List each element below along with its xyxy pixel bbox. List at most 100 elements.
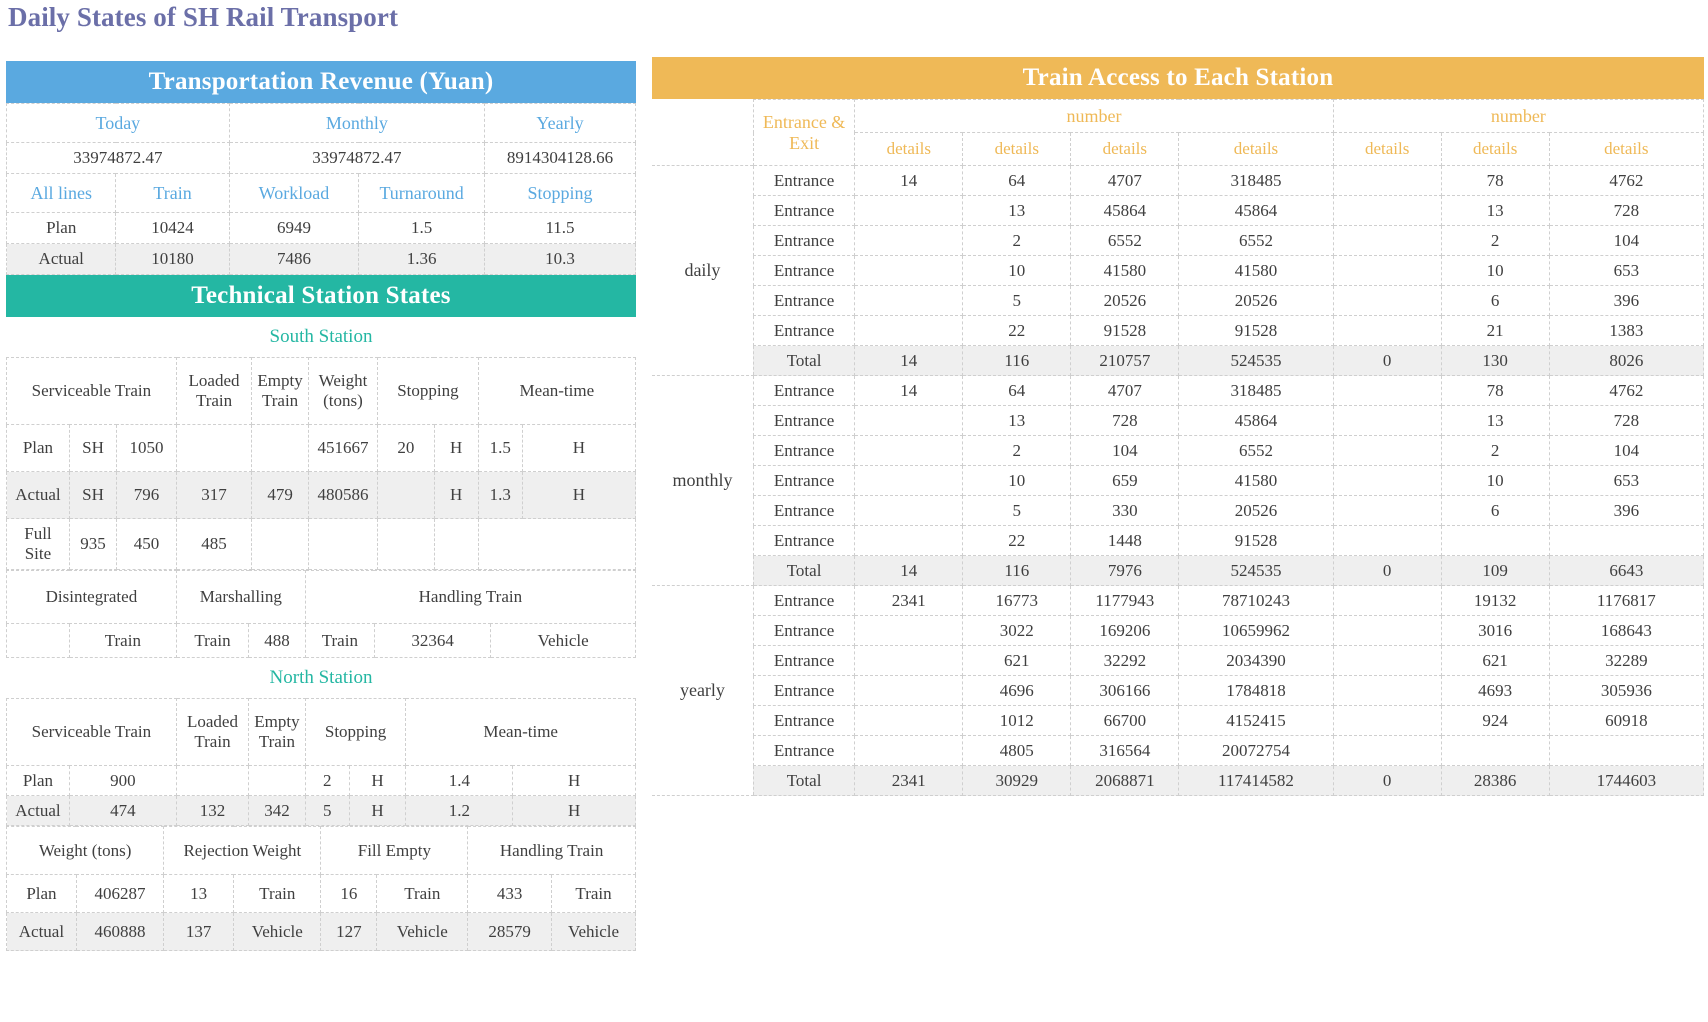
access-total-label: Total <box>753 556 854 586</box>
access-row-label: Entrance <box>753 226 854 256</box>
access-cell-c7: 4762 <box>1549 376 1703 406</box>
access-cell-c4: 20526 <box>1179 496 1333 526</box>
revenue-col-workload: Workload <box>229 174 359 213</box>
north-w-plan-handling: 433 <box>468 875 552 913</box>
north-w-actual-handling: 28579 <box>468 913 552 951</box>
access-hdr-entrance-exit: Entrance & Exit <box>753 100 854 166</box>
access-cell-c1: 14 <box>855 166 963 196</box>
north-w-plan-fill: 16 <box>321 875 377 913</box>
access-cell-c6 <box>1441 526 1549 556</box>
access-cell-c7: 168643 <box>1549 616 1703 646</box>
south-hdr-empty-train: Empty Train <box>252 358 309 425</box>
table-row: Entrance & Exit number number <box>652 100 1704 133</box>
access-total-c1: 14 <box>855 556 963 586</box>
access-cell-c1 <box>855 496 963 526</box>
access-total-c2: 30929 <box>963 766 1071 796</box>
north-plan-serviceable: 900 <box>69 766 176 796</box>
access-cell-c7: 305936 <box>1549 676 1703 706</box>
access-cell-c3: 45864 <box>1071 196 1179 226</box>
access-cell-c6: 3016 <box>1441 616 1549 646</box>
north-plan-stopping: 2 <box>305 766 349 796</box>
revenue-plan-stopping: 11.5 <box>485 213 636 244</box>
access-cell-c6: 924 <box>1441 706 1549 736</box>
access-cell-c2: 13 <box>963 196 1071 226</box>
table-row: Plan 900 2 H 1.4 H <box>7 766 636 796</box>
table-row: Entrance469630616617848184693305936 <box>652 676 1704 706</box>
access-row-label: Entrance <box>753 646 854 676</box>
north-hdr-stopping: Stopping <box>305 699 406 766</box>
access-cell-c3: 91528 <box>1071 316 1179 346</box>
access-cell-c2: 2 <box>963 226 1071 256</box>
table-row: Train Train 488 Train 32364 Vehicle <box>7 624 636 658</box>
access-cell-c3: 66700 <box>1071 706 1179 736</box>
access-cell-c3: 4707 <box>1071 166 1179 196</box>
north-w-actual-rejection: 137 <box>164 913 234 951</box>
access-cell-c2: 5 <box>963 286 1071 316</box>
access-cell-c5 <box>1333 256 1441 286</box>
access-cell-c5 <box>1333 436 1441 466</box>
table-row: Entrance2655265522104 <box>652 226 1704 256</box>
access-cell-c2: 22 <box>963 316 1071 346</box>
access-cell-c1 <box>855 286 963 316</box>
access-row-label: Entrance <box>753 166 854 196</box>
south-hdr-disintegrated: Disintegrated <box>7 571 177 624</box>
table-row-total: Total14116797652453501096643 <box>652 556 1704 586</box>
access-cell-c1 <box>855 676 963 706</box>
table-row: Serviceable Train Loaded Train Empty Tra… <box>7 699 636 766</box>
access-cell-c1: 14 <box>855 376 963 406</box>
south-hdr-weight: Weight (tons) <box>308 358 377 425</box>
right-panel: Train Access to Each Station Entrance & … <box>652 57 1704 796</box>
access-cell-c1 <box>855 466 963 496</box>
table-row: yearlyEntrance23411677311779437871024319… <box>652 586 1704 616</box>
south-actual-label: Actual <box>7 472 70 519</box>
access-cell-c6: 2 <box>1441 226 1549 256</box>
access-total-c4: 117414582 <box>1179 766 1333 796</box>
north-plan-stopping-unit: H <box>349 766 406 796</box>
table-row: Plan SH 1050 451667 20 H 1.5 H <box>7 425 636 472</box>
access-row-label: Entrance <box>753 376 854 406</box>
access-hdr-details-5: details <box>1333 133 1441 166</box>
table-row: Weight (tons) Rejection Weight Fill Empt… <box>7 827 636 875</box>
table-row: 33974872.47 33974872.47 8914304128.66 <box>7 143 636 174</box>
access-cell-c1 <box>855 646 963 676</box>
access-cell-c2: 64 <box>963 376 1071 406</box>
access-cell-c2: 3022 <box>963 616 1071 646</box>
access-total-c6: 28386 <box>1441 766 1549 796</box>
north-actual-stopping-unit: H <box>349 796 406 826</box>
south-actual-meantime-unit: H <box>522 472 635 519</box>
south-sub-c7: Vehicle <box>491 624 636 658</box>
access-row-label: Entrance <box>753 616 854 646</box>
access-cell-c2: 10 <box>963 256 1071 286</box>
south-sub-c3: Train <box>176 624 248 658</box>
access-row-label: Entrance <box>753 496 854 526</box>
north-hdr-fill-empty: Fill Empty <box>321 827 468 875</box>
south-plan-label: Plan <box>7 425 70 472</box>
table-row: Entrance13458644586413728 <box>652 196 1704 226</box>
south-hdr-handling-train: Handling Train <box>305 571 635 624</box>
access-cell-c3: 20526 <box>1071 286 1179 316</box>
access-cell-c2: 4696 <box>963 676 1071 706</box>
access-cell-c7: 104 <box>1549 226 1703 256</box>
access-cell-c3: 4707 <box>1071 376 1179 406</box>
access-cell-c6: 78 <box>1441 376 1549 406</box>
access-row-label: Entrance <box>753 196 854 226</box>
access-total-c6: 130 <box>1441 346 1549 376</box>
north-w-actual-fill: 127 <box>321 913 377 951</box>
access-cell-c6: 6 <box>1441 286 1549 316</box>
access-cell-c5 <box>1333 616 1441 646</box>
south-plan-empty <box>252 425 309 472</box>
access-cell-c5 <box>1333 736 1441 766</box>
access-total-c3: 2068871 <box>1071 766 1179 796</box>
south-actual-stopping-unit: H <box>434 472 478 519</box>
access-cell-c5 <box>1333 226 1441 256</box>
access-cell-c4: 91528 <box>1179 526 1333 556</box>
revenue-plan-label: Plan <box>7 213 116 244</box>
revenue-header-monthly: Monthly <box>229 104 484 143</box>
south-fullsite-label: Full Site <box>7 519 70 570</box>
south-plan-weight: 451667 <box>308 425 377 472</box>
access-cell-c7: 32289 <box>1549 646 1703 676</box>
table-row: Entrance22144891528 <box>652 526 1704 556</box>
south-hdr-marshalling: Marshalling <box>176 571 305 624</box>
access-cell-c2: 621 <box>963 646 1071 676</box>
south-hdr-loaded-train: Loaded Train <box>176 358 251 425</box>
